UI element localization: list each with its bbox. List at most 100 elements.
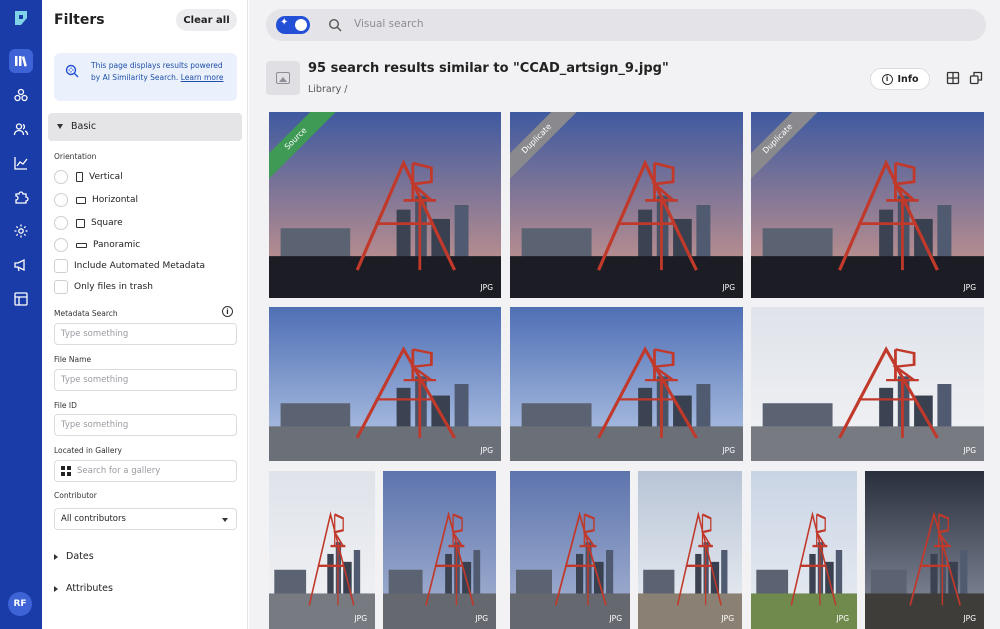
result-tile[interactable]: Source JPG [269,112,501,298]
attributes-section-header[interactable]: Attributes [54,583,113,594]
source-thumbnail[interactable] [266,61,300,95]
image-icon [276,72,290,84]
attributes-label: Attributes [66,583,113,594]
file-format-label: JPG [836,614,849,623]
only-trash-label: Only files in trash [74,282,153,292]
contributor-select[interactable]: All contributors [54,508,237,530]
chevron-down-icon [222,518,228,522]
search-icon [328,18,342,32]
horizontal-radio[interactable] [54,193,68,207]
clear-all-button[interactable]: Clear all [176,9,237,31]
result-tile[interactable]: JPG [510,471,630,629]
gallery-placeholder: Search for a gallery [77,466,161,476]
result-tile[interactable]: JPG [269,471,375,629]
info-icon[interactable]: i [222,306,233,317]
result-tile[interactable]: JPG [638,471,742,629]
filters-title: Filters [54,12,105,28]
settings-icon[interactable] [9,219,33,243]
metadata-search-input[interactable]: Type something [54,323,237,345]
file-format-label: JPG [963,446,976,455]
basic-section-header[interactable]: Basic [48,113,242,141]
result-tile[interactable]: JPG [383,471,496,629]
ai-search-toggle[interactable]: ✦ [276,16,310,34]
file-format-label: JPG [480,446,493,455]
gallery-label: Located in Gallery [54,446,122,455]
collections-icon[interactable] [9,83,33,107]
vertical-orientation-icon [76,172,83,182]
search-bar: ✦ Visual search [266,9,986,41]
square-orientation-icon [76,218,85,228]
avatar[interactable]: RF [8,592,32,616]
orientation-square[interactable]: Square [54,215,123,231]
learn-more-link[interactable]: Learn more [181,73,224,82]
chevron-right-icon [54,553,58,560]
file-name-label: File Name [54,355,92,364]
file-format-label: JPG [721,614,734,623]
file-format-label: JPG [963,283,976,292]
ai-info-box: This page displays results powered by AI… [54,53,237,101]
orientation-label: Orientation [54,152,97,161]
sparkle-icon: ✦ [280,17,289,28]
file-format-label: JPG [480,283,493,292]
file-format-label: JPG [475,614,488,623]
gallery-grid-icon [61,466,71,476]
announcements-icon[interactable] [9,253,33,277]
integrations-icon[interactable] [9,185,33,209]
dates-section-header[interactable]: Dates [54,551,94,562]
file-id-label: File ID [54,401,77,410]
grid-view-icon[interactable] [946,71,960,85]
app-logo-icon[interactable] [11,8,31,28]
chevron-right-icon [54,585,58,592]
gallery-search-input[interactable]: Search for a gallery [54,460,237,482]
file-format-label: JPG [354,614,367,623]
file-format-label: JPG [609,614,622,623]
dates-label: Dates [66,551,94,562]
basic-section-label: Basic [71,121,97,132]
include-automated-checkbox[interactable] [54,259,68,273]
include-automated-metadata[interactable]: Include Automated Metadata [54,258,205,274]
result-tile[interactable]: JPG [751,307,984,461]
square-radio[interactable] [54,216,68,230]
result-tile[interactable]: JPG [510,307,743,461]
compare-icon[interactable] [969,71,983,85]
horizontal-orientation-icon [76,196,86,204]
orientation-horizontal[interactable]: Horizontal [54,192,138,208]
result-tile[interactable]: Duplicate JPG [510,112,743,298]
info-icon: i [881,73,893,85]
breadcrumb[interactable]: Library / [308,84,347,95]
contributor-label: Contributor [54,491,97,500]
panoramic-label: Panoramic [93,240,141,250]
ai-search-icon [65,64,79,78]
library-icon[interactable] [9,49,33,73]
result-tile[interactable]: Duplicate JPG [751,112,984,298]
orientation-vertical[interactable]: Vertical [54,169,123,185]
only-trash-checkbox[interactable] [54,280,68,294]
users-icon[interactable] [9,117,33,141]
chevron-down-icon [57,124,63,129]
result-tile[interactable]: JPG [865,471,984,629]
analytics-icon[interactable] [9,151,33,175]
info-button[interactable]: i Info [870,68,930,90]
orientation-panoramic[interactable]: Panoramic [54,237,140,253]
result-tile[interactable]: JPG [751,471,857,629]
include-automated-label: Include Automated Metadata [74,261,206,271]
file-id-input[interactable]: Type something [54,414,237,436]
main-content: ✦ Visual search 95 search results simila… [249,0,1000,629]
search-input[interactable]: Visual search [354,18,424,30]
file-name-input[interactable]: Type something [54,369,237,391]
nav-rail: RF [0,0,42,629]
horizontal-label: Horizontal [92,195,138,205]
file-format-label: JPG [722,283,735,292]
only-files-in-trash[interactable]: Only files in trash [54,279,153,295]
file-format-label: JPG [722,446,735,455]
layout-icon[interactable] [9,287,33,311]
results-title: 95 search results similar to "CCAD_artsi… [308,61,669,76]
panoramic-radio[interactable] [54,238,68,252]
vertical-radio[interactable] [54,170,68,184]
vertical-label: Vertical [89,172,123,182]
result-tile[interactable]: JPG [269,307,501,461]
info-button-label: Info [897,73,919,85]
file-format-label: JPG [963,614,976,623]
metadata-search-label: Metadata Search [54,309,118,318]
contributor-value: All contributors [61,514,126,524]
